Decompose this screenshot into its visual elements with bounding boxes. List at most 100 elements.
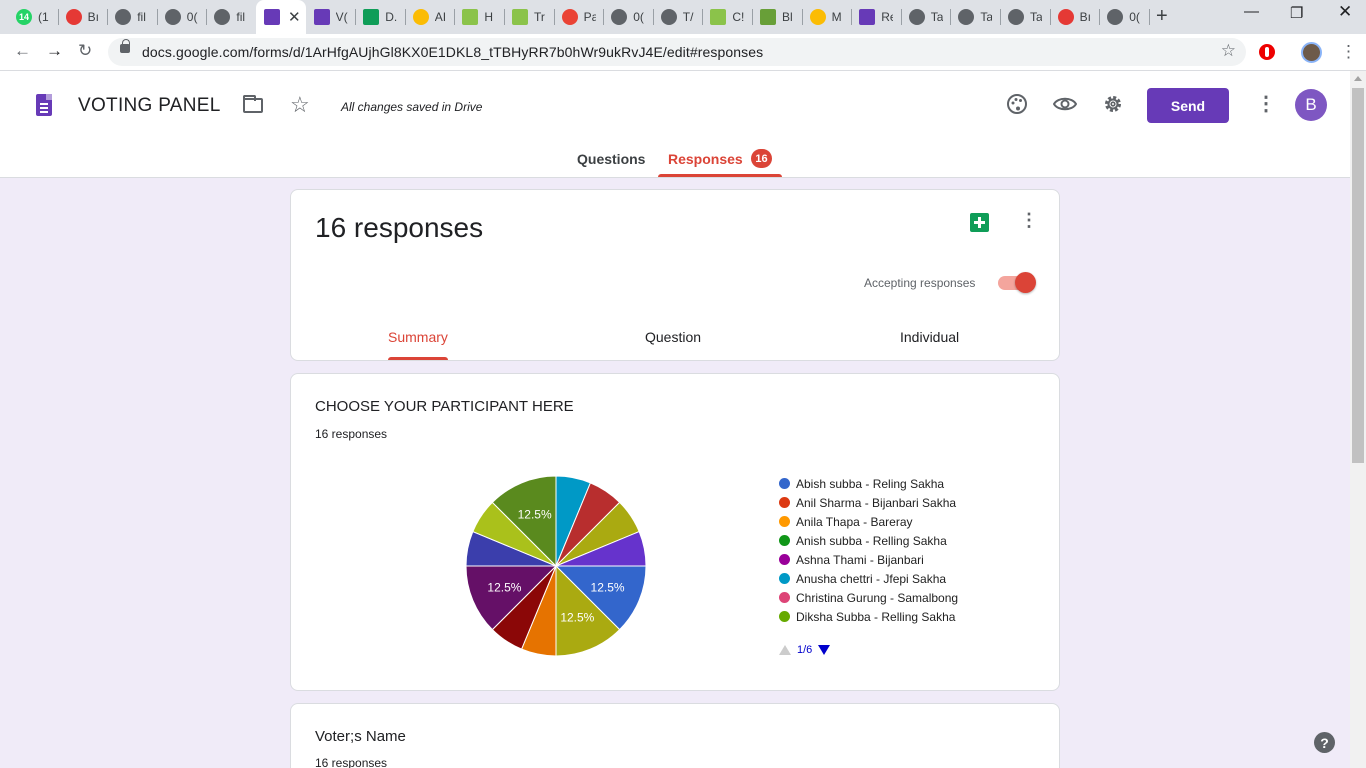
address-bar[interactable]: docs.google.com/forms/d/1ArHfgAUjhGl8KX0… xyxy=(108,38,1246,66)
toggle-knob[interactable] xyxy=(1015,272,1036,293)
summary-tab-indicator xyxy=(388,357,448,360)
folder-icon[interactable] xyxy=(243,95,263,113)
browser-tab[interactable]: D. xyxy=(355,4,405,30)
legend-next-arrow-icon[interactable] xyxy=(818,645,831,655)
scroll-up-arrow-icon[interactable] xyxy=(1354,76,1362,81)
profile-avatar[interactable] xyxy=(1301,42,1322,63)
tab-questions[interactable]: Questions xyxy=(577,151,645,167)
tab-individual[interactable]: Individual xyxy=(900,329,959,345)
tab-title: Ta xyxy=(980,10,993,24)
form-title[interactable]: VOTING PANEL xyxy=(78,95,221,117)
browser-tab[interactable]: C! xyxy=(702,4,752,30)
legend-label: Anila Thapa - Bareray xyxy=(796,514,913,529)
legend-swatch xyxy=(779,611,790,622)
tab-title: C! xyxy=(732,10,745,24)
accepting-responses-label: Accepting responses xyxy=(864,276,976,290)
browser-tab[interactable]: Bı xyxy=(1050,4,1100,30)
voter-name-card: Voter;s Name 16 responses xyxy=(290,703,1060,768)
browser-tab[interactable]: 0( xyxy=(603,4,653,30)
browser-tab[interactable]: Bı xyxy=(58,4,108,30)
chrome-menu-icon[interactable]: ⋮ xyxy=(1340,42,1357,62)
restore-window-button[interactable]: ❐ xyxy=(1290,4,1303,22)
palette-icon[interactable] xyxy=(1006,93,1028,121)
gmail-icon xyxy=(561,9,578,25)
legend-item: Abish subba - Reling Sakha xyxy=(779,474,958,493)
browser-tab[interactable]: Ta xyxy=(950,4,1000,30)
browser-tab[interactable]: 0( xyxy=(157,4,207,30)
help-icon[interactable]: ? xyxy=(1314,732,1335,753)
back-arrow-icon[interactable]: ← xyxy=(14,41,31,61)
bookmark-star-icon[interactable]: ☆ xyxy=(1221,41,1236,61)
legend-pager: 1/6 xyxy=(779,644,831,656)
swirl-icon xyxy=(65,9,82,25)
responses-count-badge: 16 xyxy=(751,149,772,168)
preview-eye-icon[interactable] xyxy=(1052,93,1078,121)
legend-item: Anil Sharma - Bijanbari Sakha xyxy=(779,493,958,512)
close-window-button[interactable]: ✕ xyxy=(1338,2,1352,22)
tab-title: 0( xyxy=(1129,10,1140,24)
browser-tab[interactable]: fil xyxy=(107,4,157,30)
browser-tab[interactable]: H xyxy=(454,4,504,30)
w3-icon xyxy=(710,9,727,25)
globe-icon xyxy=(908,9,925,25)
browser-tab[interactable]: Re xyxy=(851,4,901,30)
legend-swatch xyxy=(779,497,790,508)
tab-title: Tr xyxy=(534,10,545,24)
legend-item: Anila Thapa - Bareray xyxy=(779,512,958,531)
legend-prev-arrow-icon[interactable] xyxy=(779,645,791,655)
reload-icon[interactable]: ↻ xyxy=(78,41,92,61)
forward-arrow-icon[interactable]: → xyxy=(46,41,63,61)
tab-title: 0( xyxy=(633,10,644,24)
minimize-window-button[interactable]: — xyxy=(1244,3,1259,20)
browser-tab[interactable]: AI xyxy=(405,4,455,30)
browser-tab[interactable]: Pa xyxy=(554,4,604,30)
globe-icon xyxy=(214,9,231,25)
legend-label: Anish subba - Relling Sakha xyxy=(796,533,947,548)
create-spreadsheet-icon[interactable] xyxy=(970,213,989,232)
tab-title: (1 xyxy=(38,10,49,24)
tab-title: 0( xyxy=(186,10,198,24)
legend-label: Anil Sharma - Bijanbari Sakha xyxy=(796,495,957,510)
chart-legend: Abish subba - Reling Sakha Anil Sharma - … xyxy=(779,474,958,626)
browser-tab[interactable]: 0( xyxy=(1099,4,1149,30)
browser-tab[interactable]: Ta xyxy=(1000,4,1050,30)
scrollbar-thumb[interactable] xyxy=(1352,88,1364,463)
more-options-icon[interactable]: ⋮ xyxy=(1256,91,1276,116)
tab-title: Bı xyxy=(87,10,99,24)
browser-tab[interactable]: V( xyxy=(306,4,356,30)
browser-tab[interactable]: ✕ xyxy=(256,0,306,34)
close-tab-icon[interactable]: ✕ xyxy=(288,8,301,26)
tab-summary[interactable]: Summary xyxy=(388,329,448,345)
tab-title: Ta xyxy=(930,10,943,24)
pie-slice-label: 12.5% xyxy=(591,580,625,594)
legend-item: Christina Gurung - Samalbong xyxy=(779,588,958,607)
browser-tab[interactable]: Ta xyxy=(901,4,951,30)
tab-title: Bı xyxy=(1079,10,1091,24)
browser-tab[interactable]: Tr xyxy=(504,4,554,30)
tab-title: Bl xyxy=(782,10,793,24)
tab-responses[interactable]: Responses xyxy=(668,151,743,167)
tab-question[interactable]: Question xyxy=(645,329,701,345)
star-icon[interactable]: ☆ xyxy=(290,92,310,118)
sheets-icon xyxy=(363,9,380,25)
browser-tab[interactable]: T/ xyxy=(653,4,703,30)
send-button[interactable]: Send xyxy=(1147,88,1229,123)
responses-more-icon[interactable]: ⋮ xyxy=(1020,210,1038,231)
save-status: All changes saved in Drive xyxy=(341,100,483,114)
adblock-extension-icon[interactable] xyxy=(1259,44,1275,60)
legend-item: Diksha Subba - Relling Sakha xyxy=(779,607,958,626)
browser-tab[interactable]: 14 (1 xyxy=(8,4,58,30)
browser-tab[interactable]: Bl xyxy=(752,4,802,30)
new-tab-button[interactable]: + xyxy=(1156,5,1168,28)
tab-title: fil xyxy=(137,10,146,24)
account-avatar[interactable]: B xyxy=(1295,89,1327,121)
tab-title: fil xyxy=(236,10,246,24)
legend-item: Anish subba - Relling Sakha xyxy=(779,531,958,550)
browser-toolbar: ← → ↻ docs.google.com/forms/d/1ArHfgAUjh… xyxy=(0,34,1366,71)
legend-item: Anusha chettri - Jfepi Sakha xyxy=(779,569,958,588)
globe-icon xyxy=(611,9,628,25)
settings-gear-icon[interactable] xyxy=(1102,93,1124,121)
browser-tab[interactable]: fil xyxy=(206,4,256,30)
forms-logo-icon[interactable] xyxy=(36,94,52,116)
browser-tab[interactable]: M xyxy=(802,4,852,30)
